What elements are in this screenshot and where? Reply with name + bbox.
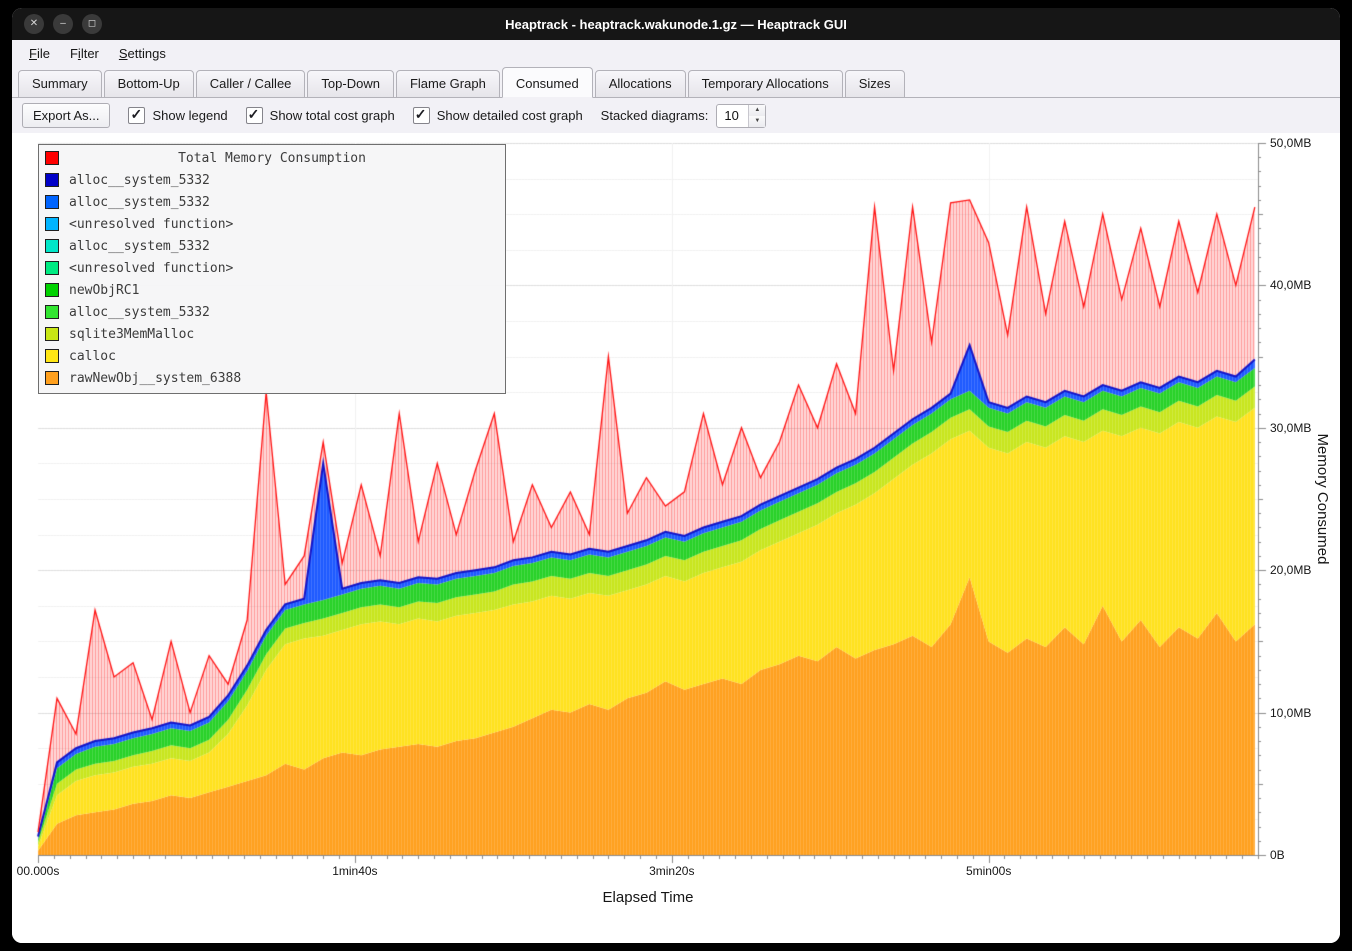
y-axis-title: Memory Consumed [1314, 434, 1331, 565]
legend-item: <unresolved function> [39, 213, 505, 235]
spinbox-up-button[interactable]: ▲ [749, 105, 765, 116]
tab-consumed[interactable]: Consumed [502, 67, 593, 98]
x-tick-label: 1min40s [332, 864, 377, 878]
legend-item: newObjRC1 [39, 279, 505, 301]
show-legend-checkbox[interactable]: Show legend [128, 107, 227, 124]
menubar: FileFilterSettings [12, 40, 1340, 67]
legend-swatch [45, 349, 59, 363]
legend-swatch [45, 283, 59, 297]
spinbox-buttons: ▲ ▼ [748, 105, 765, 127]
chart-legend: Total Memory Consumptionalloc__system_53… [38, 144, 506, 394]
legend-title: Total Memory Consumption [39, 147, 505, 169]
tab-sizes[interactable]: Sizes [845, 70, 905, 98]
show-detailed-cost-checkbox[interactable]: Show detailed cost graph [413, 107, 583, 124]
stacked-diagrams-group: Stacked diagrams: 10 ▲ ▼ [601, 104, 767, 128]
checkbox-box[interactable] [413, 107, 430, 124]
legend-swatch [45, 239, 59, 253]
legend-swatch [45, 195, 59, 209]
tabbar: SummaryBottom-UpCaller / CalleeTop-DownF… [12, 67, 1340, 98]
chart-area: Total Memory Consumptionalloc__system_53… [12, 133, 1340, 943]
export-as-button[interactable]: Export As... [22, 103, 110, 128]
minimize-button[interactable]: – [53, 14, 73, 34]
y-tick-label: 10,0MB [1270, 706, 1311, 720]
stacked-diagrams-label: Stacked diagrams: [601, 108, 709, 123]
legend-swatch [45, 151, 59, 165]
legend-item: alloc__system_5332 [39, 169, 505, 191]
tab-flame-graph[interactable]: Flame Graph [396, 70, 500, 98]
app-window: ✕ – ◻ Heaptrack - heaptrack.wakunode.1.g… [12, 8, 1340, 943]
legend-swatch [45, 371, 59, 385]
checkbox-label: Show detailed cost graph [437, 108, 583, 123]
menu-file[interactable]: File [20, 43, 59, 64]
spinbox-value: 10 [717, 105, 748, 127]
x-tick-label: 3min20s [649, 864, 694, 878]
x-tick-label: 00.000s [17, 864, 60, 878]
spinbox-down-button[interactable]: ▼ [749, 116, 765, 127]
close-button[interactable]: ✕ [24, 14, 44, 34]
legend-item: calloc [39, 345, 505, 367]
show-total-cost-checkbox[interactable]: Show total cost graph [246, 107, 395, 124]
menu-settings[interactable]: Settings [110, 43, 175, 64]
legend-swatch [45, 327, 59, 341]
tab-bottom-up[interactable]: Bottom-Up [104, 70, 194, 98]
legend-swatch [45, 217, 59, 231]
legend-item: rawNewObj__system_6388 [39, 367, 505, 389]
legend-item: sqlite3MemMalloc [39, 323, 505, 345]
tab-caller-callee[interactable]: Caller / Callee [196, 70, 306, 98]
legend-item: alloc__system_5332 [39, 301, 505, 323]
window-controls: ✕ – ◻ [12, 14, 102, 34]
window-title: Heaptrack - heaptrack.wakunode.1.gz — He… [12, 17, 1340, 32]
checkbox-label: Show total cost graph [270, 108, 395, 123]
x-axis-title: Elapsed Time [38, 889, 1258, 906]
checkbox-box[interactable] [246, 107, 263, 124]
checkbox-box[interactable] [128, 107, 145, 124]
maximize-button[interactable]: ◻ [82, 14, 102, 34]
legend-swatch [45, 173, 59, 187]
y-tick-label: 30,0MB [1270, 421, 1311, 435]
menu-filter[interactable]: Filter [61, 43, 108, 64]
tab-allocations[interactable]: Allocations [595, 70, 686, 98]
legend-swatch [45, 305, 59, 319]
legend-item: alloc__system_5332 [39, 235, 505, 257]
toolbar: Export As... Show legend Show total cost… [12, 98, 1340, 133]
legend-item: alloc__system_5332 [39, 191, 505, 213]
tab-temporary-allocations[interactable]: Temporary Allocations [688, 70, 843, 98]
y-tick-label: 40,0MB [1270, 278, 1311, 292]
tab-top-down[interactable]: Top-Down [307, 70, 394, 98]
stacked-diagrams-spinbox[interactable]: 10 ▲ ▼ [716, 104, 766, 128]
legend-item: <unresolved function> [39, 257, 505, 279]
tab-summary[interactable]: Summary [18, 70, 102, 98]
titlebar[interactable]: ✕ – ◻ Heaptrack - heaptrack.wakunode.1.g… [12, 8, 1340, 40]
checkbox-label: Show legend [152, 108, 227, 123]
x-tick-label: 5min00s [966, 864, 1011, 878]
y-tick-label: 0B [1270, 848, 1285, 862]
y-tick-label: 50,0MB [1270, 136, 1311, 150]
legend-swatch [45, 261, 59, 275]
y-tick-label: 20,0MB [1270, 563, 1311, 577]
